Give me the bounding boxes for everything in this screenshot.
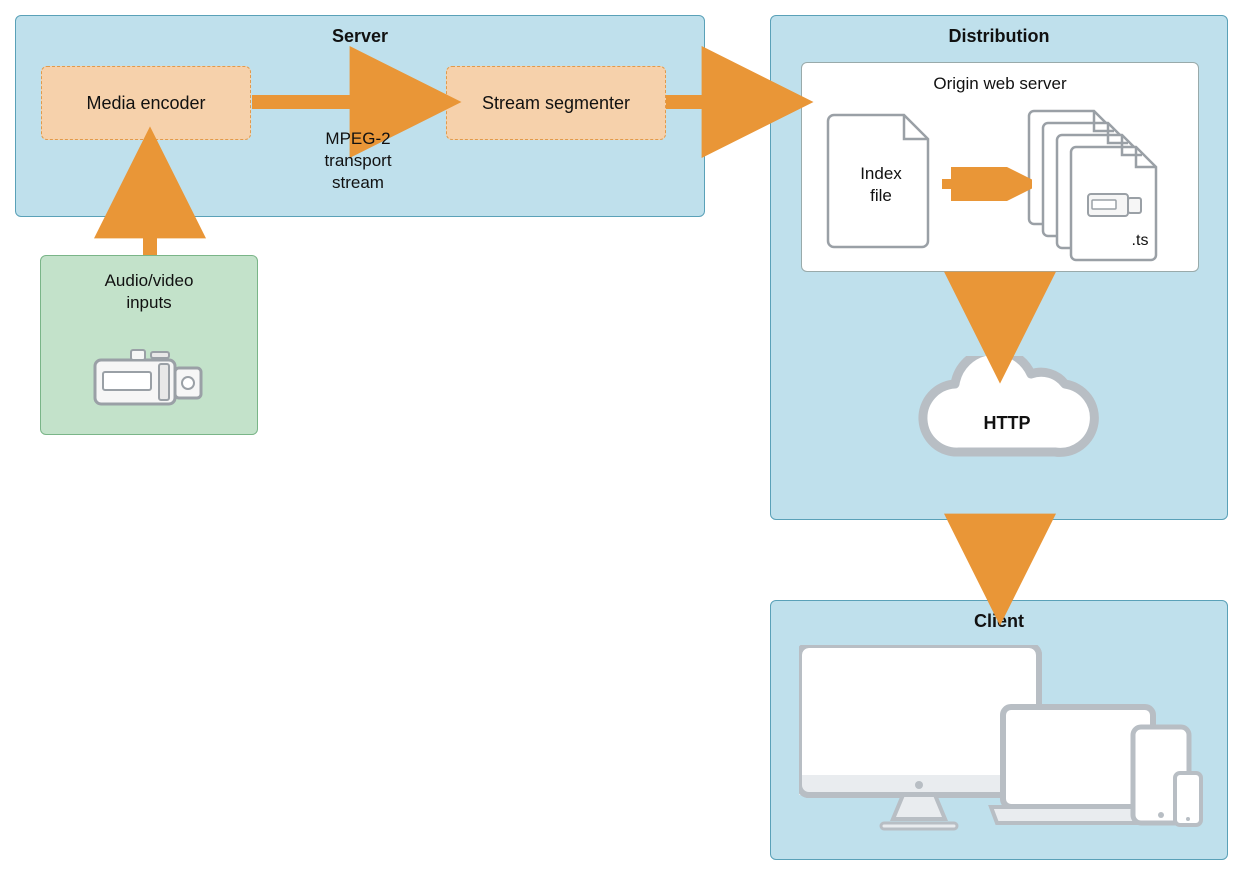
- client-title: Client: [974, 611, 1024, 632]
- media-encoder-box: Media encoder: [41, 66, 251, 140]
- index-to-ts-arrow: [936, 167, 1032, 201]
- server-title: Server: [332, 26, 388, 47]
- ts-files-icon: [1026, 107, 1186, 265]
- media-encoder-label: Media encoder: [86, 93, 205, 114]
- client-panel: Client: [770, 600, 1228, 860]
- stream-segmenter-box: Stream segmenter: [446, 66, 666, 140]
- stream-segmenter-label: Stream segmenter: [482, 93, 630, 114]
- av-inputs-label: Audio/video inputs: [41, 270, 257, 314]
- index-file-label: Index file: [836, 163, 926, 207]
- mpeg2-label: MPEG-2 transport stream: [298, 128, 418, 194]
- origin-label: Origin web server: [802, 73, 1198, 95]
- ts-ext-label: .ts: [1120, 231, 1160, 252]
- av-inputs-panel: Audio/video inputs: [40, 255, 258, 435]
- http-label: HTTP: [957, 412, 1057, 435]
- client-devices-icon: [799, 645, 1203, 851]
- distribution-title: Distribution: [949, 26, 1050, 47]
- distribution-panel: Distribution Origin web server Index fil…: [770, 15, 1228, 520]
- origin-web-server-box: Origin web server Index file: [801, 62, 1199, 272]
- camera-icon: [91, 346, 209, 416]
